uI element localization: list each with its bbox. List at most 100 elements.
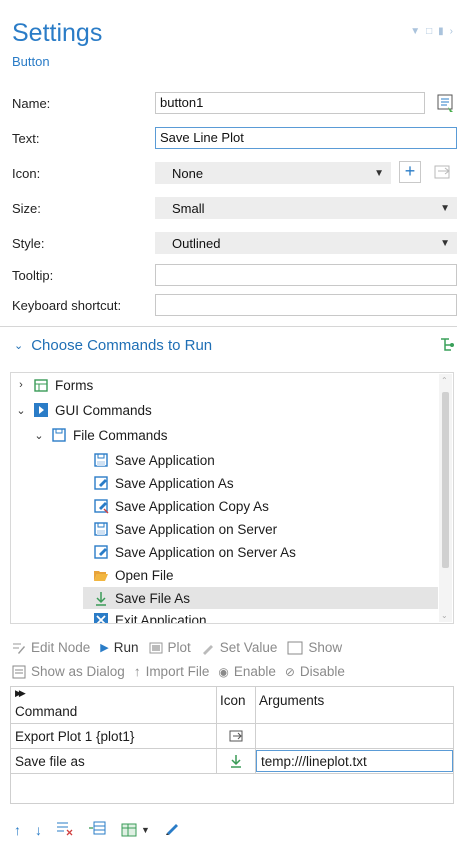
chevron-down-icon: ▼ bbox=[374, 168, 384, 179]
command-toolbar-row1: Edit Node ▶ Run Plot Set Value Show bbox=[12, 640, 342, 655]
command-toolbar-row2: Show as Dialog ↑ Import File ◉ Enable ⊘ … bbox=[12, 664, 345, 679]
table-options-dropdown[interactable]: ▼ bbox=[120, 822, 150, 838]
tree-label: Save Application on Server As bbox=[115, 544, 296, 560]
browse-icon-button[interactable] bbox=[432, 163, 457, 183]
style-label: Style: bbox=[12, 236, 45, 251]
tree-label: Save Application As bbox=[115, 475, 234, 491]
set-value-button[interactable]: Set Value bbox=[201, 640, 278, 655]
export-icon bbox=[229, 730, 242, 742]
add-icon-button[interactable]: + bbox=[399, 161, 421, 183]
name-field[interactable]: button1 bbox=[155, 92, 425, 114]
tree-item-save-application[interactable]: Save Application bbox=[93, 449, 215, 471]
arguments-edit-field[interactable]: temp:///lineplot.txt bbox=[256, 750, 453, 772]
tree-item-gui-commands[interactable]: ⌄ GUI Commands bbox=[15, 399, 151, 421]
divider bbox=[216, 687, 217, 773]
tree-scrollbar[interactable]: ⌃ ⌄ bbox=[439, 374, 452, 622]
tree-label: Forms bbox=[55, 377, 94, 393]
column-header-command[interactable]: ▶▶ Command bbox=[11, 687, 216, 723]
download-arrow-icon bbox=[93, 590, 109, 606]
table-row-icon[interactable] bbox=[216, 724, 255, 748]
dropdown-icon[interactable]: ▼ bbox=[410, 26, 420, 37]
show-as-dialog-button[interactable]: Show as Dialog bbox=[12, 664, 125, 679]
tree-label: File Commands bbox=[73, 427, 168, 443]
floppy-icon bbox=[51, 427, 67, 443]
chevron-down-icon[interactable]: ⌄ bbox=[33, 429, 45, 442]
table-row-arguments[interactable] bbox=[255, 724, 453, 748]
move-down-icon[interactable]: ↓ bbox=[35, 822, 42, 838]
tree-label: Save Application on Server bbox=[115, 521, 278, 537]
chevron-right-icon[interactable]: › bbox=[450, 26, 453, 37]
column-header-icon[interactable]: Icon bbox=[216, 687, 255, 723]
run-button[interactable]: ▶ Run bbox=[100, 640, 138, 655]
scroll-down-icon[interactable]: ⌄ bbox=[441, 611, 448, 620]
panel-title: Settings bbox=[12, 19, 103, 47]
divider bbox=[0, 326, 457, 327]
tree-item-open-file[interactable]: Open File bbox=[93, 564, 174, 586]
tree-item-save-file-as[interactable]: Save File As bbox=[83, 587, 438, 609]
section-title: Choose Commands to Run bbox=[31, 337, 213, 354]
command-tree[interactable]: › Forms ⌄ GUI Commands ⌄ File Commands S… bbox=[10, 372, 454, 624]
show-as-dialog-label: Show as Dialog bbox=[31, 664, 125, 679]
scrollbar-thumb[interactable] bbox=[442, 392, 449, 568]
tree-item-save-application-on-server[interactable]: Save Application on Server bbox=[93, 518, 277, 540]
import-file-button[interactable]: ↑ Import File bbox=[134, 664, 210, 679]
window-controls: ▼ □ ▮ › bbox=[410, 26, 453, 37]
pin-icon[interactable]: ▮ bbox=[438, 26, 444, 37]
panel-subtitle: Button bbox=[12, 54, 50, 69]
chevron-down-icon[interactable]: ⌄ bbox=[15, 404, 27, 417]
tree-label: Save Application Copy As bbox=[115, 498, 269, 514]
folder-open-icon bbox=[93, 567, 109, 583]
dialog-icon bbox=[12, 665, 26, 678]
tree-item-save-application-as[interactable]: Save Application As bbox=[93, 472, 234, 494]
plot-button[interactable]: Plot bbox=[149, 640, 191, 655]
table-row-command[interactable]: Export Plot 1 {plot1} bbox=[11, 724, 216, 748]
edit-node-button[interactable]: Edit Node bbox=[12, 640, 90, 655]
icon-select[interactable]: None ▼ bbox=[155, 162, 391, 184]
chevron-right-icon[interactable]: › bbox=[15, 379, 27, 391]
tree-item-save-application-copy-as[interactable]: Save Application Copy As bbox=[93, 495, 269, 517]
gui-commands-icon bbox=[33, 402, 49, 418]
maximize-icon[interactable]: □ bbox=[426, 26, 432, 37]
tree-label: Exit Application bbox=[115, 612, 207, 624]
text-field[interactable]: Save Line Plot bbox=[155, 127, 457, 149]
tree-item-forms[interactable]: › Forms bbox=[15, 374, 93, 396]
table-row-command[interactable]: Save file as bbox=[11, 749, 216, 773]
chevron-down-icon: ▼ bbox=[141, 824, 150, 835]
move-up-icon[interactable]: ↑ bbox=[14, 822, 21, 838]
enable-label: Enable bbox=[233, 664, 276, 679]
edit-name-icon[interactable] bbox=[436, 92, 456, 114]
show-button[interactable]: Show bbox=[287, 640, 342, 655]
table-options-icon bbox=[121, 823, 137, 836]
divider bbox=[255, 687, 256, 773]
delete-rows-icon[interactable] bbox=[56, 820, 74, 839]
run-label: Run bbox=[113, 640, 139, 655]
tree-item-save-application-on-server-as[interactable]: Save Application on Server As bbox=[93, 541, 296, 563]
scroll-up-icon[interactable]: ⌃ bbox=[441, 376, 448, 385]
tree-item-exit-application[interactable]: Exit Application bbox=[93, 609, 207, 624]
size-select-value: Small bbox=[172, 201, 205, 216]
chevron-down-icon: ▼ bbox=[440, 238, 450, 249]
chevron-down-icon: ⌄ bbox=[14, 340, 24, 352]
insert-row-icon[interactable] bbox=[88, 820, 106, 839]
save-copy-as-icon bbox=[93, 498, 109, 514]
download-arrow-icon bbox=[230, 755, 241, 768]
style-select[interactable]: Outlined ▼ bbox=[155, 232, 457, 254]
set-value-icon bbox=[202, 644, 213, 655]
column-header-arguments[interactable]: Arguments bbox=[255, 687, 453, 723]
table-row-icon[interactable] bbox=[216, 749, 255, 773]
edit-pen-icon[interactable] bbox=[164, 820, 182, 839]
disable-button[interactable]: ⊘ Disable bbox=[285, 664, 345, 679]
tree-item-file-commands[interactable]: ⌄ File Commands bbox=[33, 424, 168, 446]
enable-button[interactable]: ◉ Enable bbox=[218, 664, 276, 679]
tooltip-field[interactable] bbox=[155, 264, 457, 286]
shortcut-field[interactable] bbox=[155, 294, 457, 316]
save-as-icon bbox=[93, 475, 109, 491]
set-value-label: Set Value bbox=[219, 640, 278, 655]
section-header[interactable]: ⌄ Choose Commands to Run bbox=[14, 337, 212, 354]
tooltip-label: Tooltip: bbox=[12, 268, 54, 283]
size-select[interactable]: Small ▼ bbox=[155, 197, 457, 219]
command-header-label: Command bbox=[15, 704, 78, 719]
tree-label: Save Application bbox=[115, 452, 215, 468]
tree-options-icon[interactable] bbox=[437, 335, 457, 355]
name-label: Name: bbox=[12, 96, 51, 111]
